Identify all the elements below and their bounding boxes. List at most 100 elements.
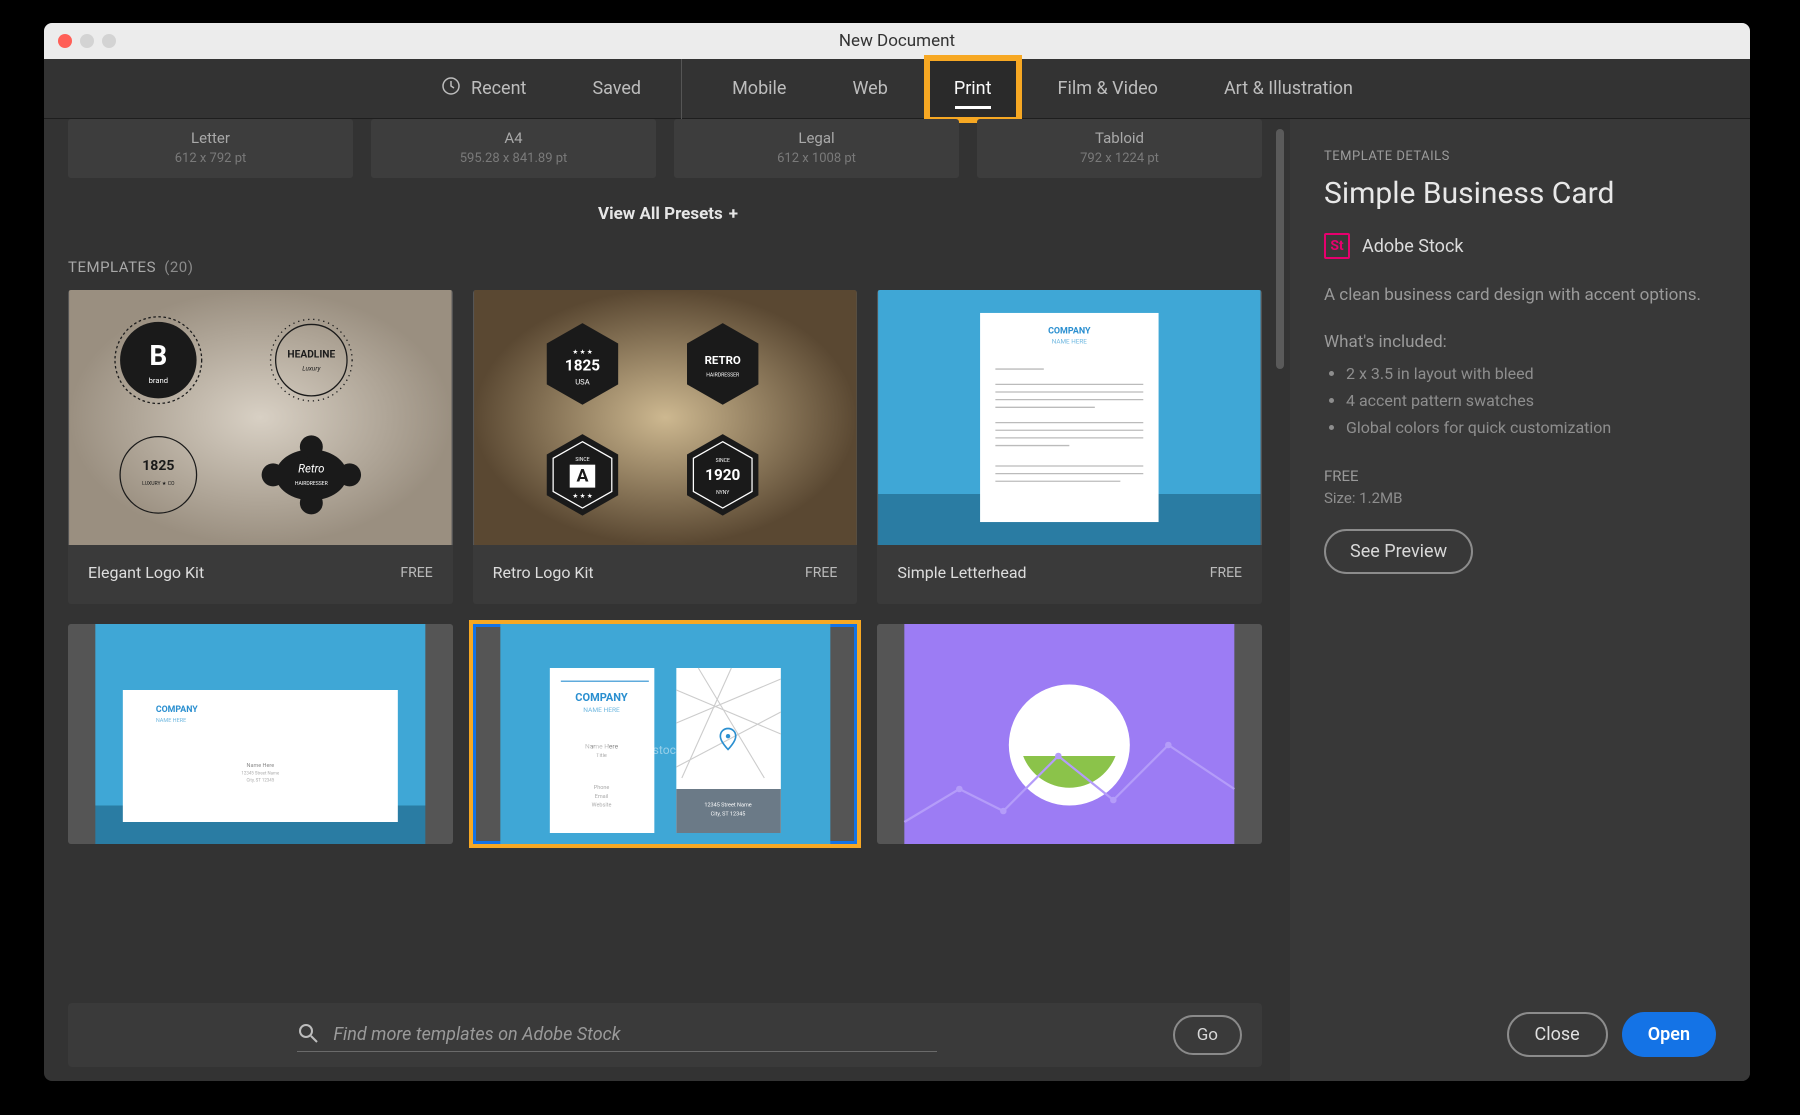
svg-text:1920: 1920 (705, 466, 740, 484)
preset-letter[interactable]: Letter 612 x 792 pt (68, 119, 353, 178)
preset-name: Letter (68, 129, 353, 147)
included-heading: What's included: (1324, 332, 1716, 352)
tab-recent[interactable]: Recent (415, 59, 552, 119)
preset-dims: 612 x 792 pt (68, 151, 353, 166)
template-title: Elegant Logo Kit (88, 563, 204, 582)
template-title: Simple Letterhead (897, 563, 1026, 582)
preset-dims: 612 x 1008 pt (674, 151, 959, 166)
svg-text:City, ST 12345: City, ST 12345 (246, 778, 274, 783)
svg-text:12345 Street Name: 12345 Street Name (704, 803, 751, 809)
details-footer: Close Open (1324, 1012, 1716, 1057)
search-input[interactable] (333, 1018, 937, 1051)
template-thumbnail (877, 624, 1262, 844)
preset-name: Tabloid (977, 129, 1262, 147)
template-thumbnail: ★ ★ ★1825USA RETROHAIRDRESSER SINCEA★ ★ … (473, 290, 858, 545)
included-item: Global colors for quick customization (1346, 414, 1716, 441)
view-all-label: View All Presets (598, 204, 723, 224)
details-panel: TEMPLATE DETAILS Simple Business Card St… (1290, 119, 1750, 1081)
svg-text:HEADLINE: HEADLINE (287, 350, 335, 361)
titlebar: New Document (44, 23, 1750, 59)
details-label: TEMPLATE DETAILS (1324, 149, 1716, 164)
preset-a4[interactable]: A4 595.28 x 841.89 pt (371, 119, 656, 178)
svg-text:NYNY: NYNY (716, 490, 730, 496)
svg-text:★ ★ ★: ★ ★ ★ (572, 348, 592, 356)
preset-legal[interactable]: Legal 612 x 1008 pt (674, 119, 959, 178)
tab-label: Saved (592, 78, 641, 99)
included-list: 2 x 3.5 in layout with bleed 4 accent pa… (1324, 360, 1716, 442)
templates-label: TEMPLATES (68, 258, 156, 276)
tab-mobile[interactable]: Mobile (706, 59, 812, 119)
templates-header: TEMPLATES (20) (68, 258, 1262, 276)
template-envelope[interactable]: COMPANY NAME HERE Name Here 12345 Street… (68, 624, 453, 844)
category-tabs: Recent Saved Mobile Web Print Film & Vid… (44, 59, 1750, 119)
content-area: Letter612 x 792 pt A4595.28 x 841.89 pt … (44, 119, 1750, 1081)
tab-print[interactable]: Print (928, 59, 1018, 119)
tab-label: Web (852, 78, 887, 99)
svg-text:COMPANY: COMPANY (575, 691, 628, 704)
svg-text:Title: Title (596, 753, 607, 759)
template-thumbnail: COMPANY NAME HERE Name Here 12345 Street… (68, 624, 453, 844)
details-size: Size: 1.2MB (1324, 489, 1716, 507)
stock-source: St Adobe Stock (1324, 233, 1716, 259)
preset-dims: 792 x 1224 pt (977, 151, 1262, 166)
template-thumbnail: COMPANY NAME HERE Name Here Title Phone … (473, 624, 858, 844)
svg-text:Phone: Phone (593, 785, 609, 791)
svg-text:12345 Street Name: 12345 Street Name (241, 772, 279, 777)
preset-tabloid[interactable]: Tabloid 792 x 1224 pt (977, 119, 1262, 178)
go-button[interactable]: Go (1173, 1015, 1242, 1055)
template-price: FREE (400, 565, 432, 581)
svg-text:HAIRDRESSER: HAIRDRESSER (706, 373, 740, 379)
svg-text:NAME HERE: NAME HERE (583, 706, 620, 714)
plus-icon: + (729, 204, 738, 224)
svg-text:Retro: Retro (298, 461, 324, 475)
svg-text:SINCE: SINCE (575, 457, 589, 463)
scroll-area[interactable]: Letter612 x 792 pt A4595.28 x 841.89 pt … (68, 119, 1290, 993)
template-thumbnail: COMPANY NAME HERE (877, 290, 1262, 545)
svg-text:USA: USA (575, 377, 589, 386)
left-panel: Letter612 x 792 pt A4595.28 x 841.89 pt … (44, 119, 1290, 1081)
svg-text:brand: brand (149, 376, 168, 385)
svg-text:SINCE: SINCE (715, 458, 729, 464)
tab-label: Print (954, 78, 992, 99)
tab-label: Mobile (732, 78, 786, 99)
template-title: Retro Logo Kit (493, 563, 594, 582)
see-preview-button[interactable]: See Preview (1324, 529, 1473, 574)
search-icon (297, 1022, 319, 1048)
preset-name: Legal (674, 129, 959, 147)
clock-icon (441, 76, 461, 101)
svg-text:NAME HERE: NAME HERE (1052, 338, 1088, 346)
template-price: FREE (1210, 565, 1242, 581)
view-all-presets[interactable]: View All Presets + (68, 204, 1262, 224)
preset-name: A4 (371, 129, 656, 147)
template-simple-business-card[interactable]: COMPANY NAME HERE Name Here Title Phone … (473, 624, 858, 844)
preset-dims: 595.28 x 841.89 pt (371, 151, 656, 166)
svg-text:City, ST 12345: City, ST 12345 (710, 811, 745, 817)
new-document-window: New Document Recent Saved Mobile Web Pri… (44, 23, 1750, 1081)
tab-web[interactable]: Web (826, 59, 913, 119)
tab-film-video[interactable]: Film & Video (1032, 59, 1184, 119)
template-price: FREE (805, 565, 837, 581)
active-tab-underline (955, 106, 991, 109)
tab-label: Recent (471, 78, 526, 99)
presets-row: Letter612 x 792 pt A4595.28 x 841.89 pt … (68, 119, 1262, 178)
templates-count: (20) (164, 258, 193, 276)
search-field (297, 1018, 937, 1052)
scrollbar-thumb[interactable] (1276, 129, 1284, 369)
svg-text:COMPANY: COMPANY (1048, 326, 1091, 336)
close-button[interactable]: Close (1507, 1012, 1608, 1057)
svg-text:Email: Email (594, 794, 608, 800)
template-avatar-chart[interactable] (877, 624, 1262, 844)
tab-label: Film & Video (1058, 78, 1158, 99)
details-title: Simple Business Card (1324, 176, 1716, 211)
stock-search-bar: Go (68, 1003, 1262, 1067)
template-simple-letterhead[interactable]: COMPANY NAME HERE Simple Letterhead FREE (877, 290, 1262, 604)
template-elegant-logo-kit[interactable]: Bbrand HEADLINELuxury 1825LUXURY ★ CO Re… (68, 290, 453, 604)
included-item: 2 x 3.5 in layout with bleed (1346, 360, 1716, 387)
details-description: A clean business card design with accent… (1324, 283, 1716, 308)
details-price: FREE (1324, 467, 1716, 485)
tab-art-illustration[interactable]: Art & Illustration (1198, 59, 1379, 119)
open-button[interactable]: Open (1622, 1012, 1716, 1057)
svg-text:Name Here: Name Here (247, 763, 275, 769)
tab-saved[interactable]: Saved (566, 59, 682, 119)
template-retro-logo-kit[interactable]: ★ ★ ★1825USA RETROHAIRDRESSER SINCEA★ ★ … (473, 290, 858, 604)
